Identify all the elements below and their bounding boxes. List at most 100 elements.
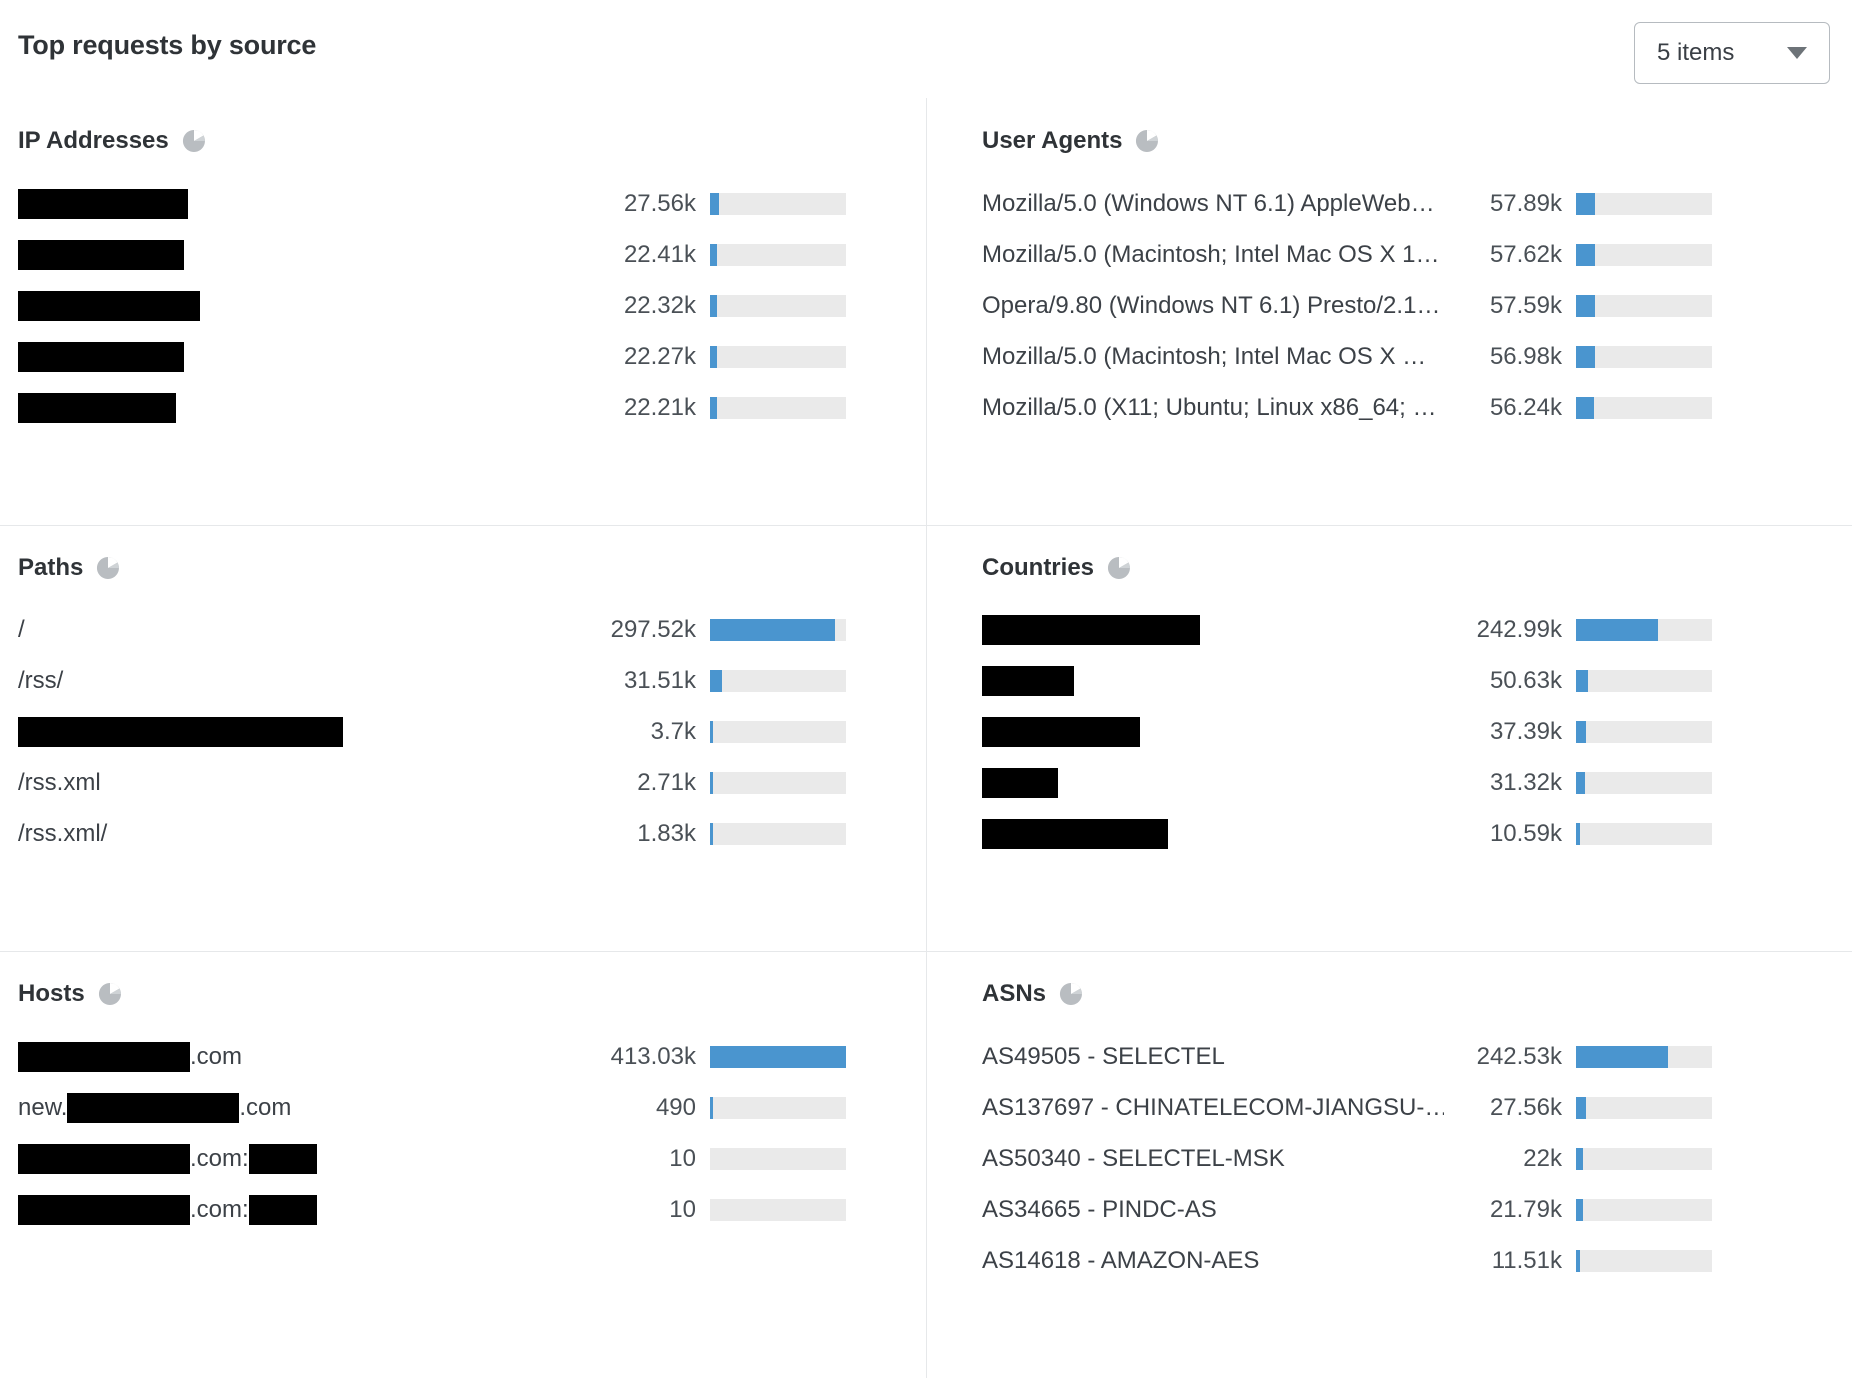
row-label — [982, 768, 1444, 799]
pie-chart-icon[interactable] — [1134, 128, 1160, 154]
bar-track — [710, 243, 846, 266]
section-rows: / 297.52k/rss/31.51k 3.7k/rss.xml 2.71k/rss… — [18, 605, 904, 860]
table-row[interactable]: AS34665 - PINDC-AS 21.79k — [982, 1184, 1830, 1235]
row-value: 2.71k — [637, 769, 696, 797]
row-value: 3.7k — [650, 718, 696, 746]
table-row[interactable]: / 297.52k — [18, 605, 904, 656]
row-value: 56.98k — [1489, 342, 1562, 370]
table-row[interactable]: Mozilla/5.0 (X11; Ubuntu; Linux x86_64; … — [982, 382, 1830, 433]
row-label-text: .com: — [190, 1195, 249, 1223]
table-row[interactable]: .com 413.03k — [18, 1031, 904, 1082]
row-value: 57.59k — [1489, 291, 1562, 319]
table-row[interactable]: /rss.xml 2.71k — [18, 758, 904, 809]
section-title: Countries — [982, 553, 1095, 581]
table-row[interactable]: Mozilla/5.0 (Macintosh; Intel Mac OS X …… — [982, 331, 1830, 382]
table-row[interactable]: 10.59k — [982, 809, 1830, 860]
table-row[interactable]: 242.99k — [982, 605, 1830, 656]
table-row[interactable]: 22.32k — [18, 280, 904, 331]
table-row[interactable]: 22.27k — [18, 331, 904, 382]
table-row[interactable]: new. .com 490 — [18, 1082, 904, 1133]
row-label-text: .com: — [190, 1144, 249, 1172]
table-row[interactable]: AS50340 - SELECTEL-MSK 22k — [982, 1133, 1830, 1184]
section-rows: 27.56k 22.41k 22.32k 22.27k 22.21k — [18, 178, 904, 433]
row-value: 297.52k — [610, 616, 696, 644]
row-label: /rss/ — [18, 667, 64, 695]
row-label: Mozilla/5.0 (Windows NT 6.1) AppleWeb… — [982, 189, 1435, 217]
section-header: User Agents — [982, 126, 1830, 156]
table-row[interactable]: .com: 10 — [18, 1184, 904, 1235]
table-row[interactable]: Mozilla/5.0 (Windows NT 6.1) AppleWeb… 57… — [982, 178, 1830, 229]
bar-track — [710, 772, 846, 795]
row-label: Mozilla/5.0 (Macintosh; Intel Mac OS X 1… — [982, 240, 1440, 268]
row-label — [18, 717, 578, 748]
row-value: 1.83k — [637, 820, 696, 848]
redacted-label — [982, 768, 1058, 799]
bar-track — [1576, 294, 1712, 317]
redacted-label — [18, 290, 200, 321]
table-row[interactable]: AS49505 - SELECTEL 242.53k — [982, 1031, 1830, 1082]
row-value: 27.56k — [623, 189, 696, 217]
bar-fill — [710, 345, 718, 368]
table-row[interactable]: 37.39k — [982, 707, 1830, 758]
row-label: .com: — [18, 1143, 578, 1174]
section-asns: ASNs AS49505 - SELECTEL 242.53k AS137697 - … — [926, 951, 1852, 1378]
pie-chart-icon[interactable] — [95, 555, 121, 581]
section-rows: AS49505 - SELECTEL 242.53k AS137697 - CHIN… — [982, 1031, 1830, 1286]
pie-chart-icon[interactable] — [1058, 981, 1084, 1007]
row-label: AS50340 - SELECTEL-MSK — [982, 1144, 1285, 1172]
bar-fill — [1576, 396, 1595, 419]
bar-track — [710, 192, 846, 215]
bar-track — [1576, 823, 1712, 846]
table-row[interactable]: 22.41k — [18, 229, 904, 280]
table-row[interactable]: /rss.xml/1.83k — [18, 809, 904, 860]
row-value: 22k — [1523, 1144, 1562, 1172]
table-row[interactable]: Opera/9.80 (Windows NT 6.1) Presto/2.1… 5… — [982, 280, 1830, 331]
row-label — [18, 341, 578, 372]
row-label — [982, 717, 1444, 748]
bar-fill — [710, 1045, 846, 1068]
table-row[interactable]: .com: 10 — [18, 1133, 904, 1184]
bar-fill — [1576, 823, 1580, 846]
section-header: Countries — [982, 553, 1830, 583]
row-value: 31.51k — [623, 667, 696, 695]
bar-fill — [710, 1096, 713, 1119]
redacted-label — [982, 666, 1074, 697]
bar-track — [1576, 619, 1712, 642]
row-value: 22.27k — [623, 342, 696, 370]
section-title: IP Addresses — [18, 127, 169, 154]
table-row[interactable]: /rss/31.51k — [18, 656, 904, 707]
section-hosts: Hosts .com 413.03k new. .com 490 .com: 10 .com: 1… — [0, 951, 926, 1378]
table-row[interactable]: 50.63k — [982, 656, 1830, 707]
table-row[interactable]: 22.21k — [18, 382, 904, 433]
table-row[interactable]: Mozilla/5.0 (Macintosh; Intel Mac OS X 1… — [982, 229, 1830, 280]
row-value: 37.39k — [1489, 718, 1562, 746]
pie-chart-icon[interactable] — [97, 981, 123, 1007]
row-value: 10.59k — [1489, 820, 1562, 848]
section-header: Hosts — [18, 979, 904, 1009]
redacted-label — [18, 1143, 190, 1174]
redacted-label — [18, 1041, 190, 1072]
table-row[interactable]: 31.32k — [982, 758, 1830, 809]
row-label — [18, 239, 578, 270]
table-row[interactable]: AS14618 - AMAZON-AES 11.51k — [982, 1235, 1830, 1286]
bar-fill — [1576, 192, 1596, 215]
row-value: 413.03k — [610, 1042, 696, 1070]
row-value: 50.63k — [1489, 667, 1562, 695]
row-value: 490 — [655, 1093, 696, 1121]
table-row[interactable]: 3.7k — [18, 707, 904, 758]
bar-track — [710, 294, 846, 317]
pie-chart-icon[interactable] — [1106, 555, 1132, 581]
row-label — [18, 392, 578, 423]
table-row[interactable]: AS137697 - CHINATELECOM-JIANGSU-… 27.56k — [982, 1082, 1830, 1133]
bar-track — [1576, 243, 1712, 266]
pie-chart-icon[interactable] — [181, 128, 207, 154]
bar-track — [710, 1198, 846, 1221]
items-count-select[interactable]: 5 items — [1634, 22, 1830, 84]
row-label: /rss.xml/ — [18, 820, 108, 848]
row-value: 27.56k — [1489, 1093, 1562, 1121]
section-rows: 242.99k 50.63k 37.39k 31.32k 10.59k — [982, 605, 1830, 860]
table-row[interactable]: 27.56k — [18, 178, 904, 229]
bar-fill — [1576, 1147, 1584, 1170]
row-value: 22.41k — [623, 240, 696, 268]
section-title: Hosts — [18, 980, 85, 1008]
